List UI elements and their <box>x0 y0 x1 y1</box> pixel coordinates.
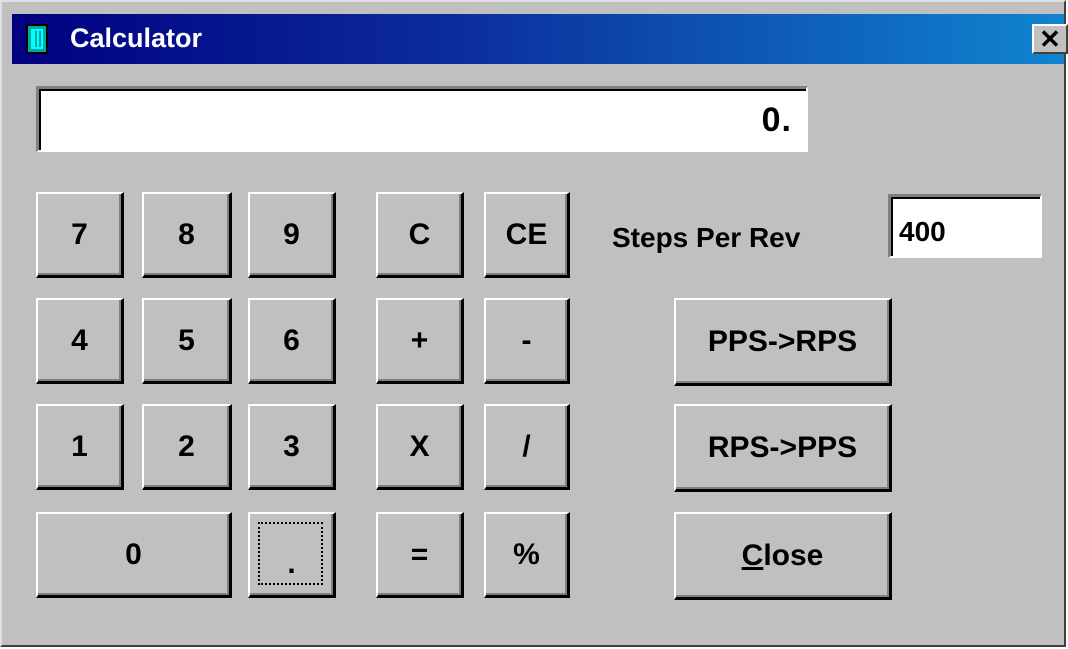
clear-entry-button[interactable]: CE <box>484 192 570 278</box>
digit-8-button[interactable]: 8 <box>142 192 232 278</box>
digit-4-button[interactable]: 4 <box>36 298 124 384</box>
window-close-icon[interactable]: ✕ <box>1032 24 1068 54</box>
window-title: Calculator <box>70 23 203 53</box>
clear-button[interactable]: C <box>376 192 464 278</box>
close-accelerator: C <box>741 538 764 572</box>
plus-button[interactable]: + <box>376 298 464 384</box>
digit-7-button[interactable]: 7 <box>36 192 124 278</box>
decimal-button[interactable]: . <box>248 512 336 598</box>
digit-9-button[interactable]: 9 <box>248 192 336 278</box>
digit-0-button[interactable]: 0 <box>36 512 232 598</box>
title-bar: Calculator ✕ <box>12 14 1068 64</box>
decimal-label: . <box>287 547 296 580</box>
digit-5-button[interactable]: 5 <box>142 298 232 384</box>
calculator-icon <box>26 24 48 54</box>
result-display: 0. <box>36 86 808 152</box>
percent-button[interactable]: % <box>484 512 570 598</box>
calculator-window: Calculator ✕ 0. 7 8 9 C CE 4 5 6 + - 1 2… <box>0 0 1068 647</box>
close-button[interactable]: Close <box>674 512 892 600</box>
digit-3-button[interactable]: 3 <box>248 404 336 490</box>
equals-button[interactable]: = <box>376 512 464 598</box>
steps-per-rev-label: Steps Per Rev <box>612 222 801 253</box>
display-value: 0. <box>761 101 792 139</box>
digit-6-button[interactable]: 6 <box>248 298 336 384</box>
multiply-button[interactable]: X <box>376 404 464 490</box>
divide-button[interactable]: / <box>484 404 570 490</box>
steps-per-rev-input[interactable] <box>888 194 1042 258</box>
close-label-rest: lose <box>763 538 824 572</box>
digit-1-button[interactable]: 1 <box>36 404 124 490</box>
digit-2-button[interactable]: 2 <box>142 404 232 490</box>
pps-to-rps-button[interactable]: PPS->RPS <box>674 298 892 386</box>
rps-to-pps-button[interactable]: RPS->PPS <box>674 404 892 492</box>
minus-button[interactable]: - <box>484 298 570 384</box>
